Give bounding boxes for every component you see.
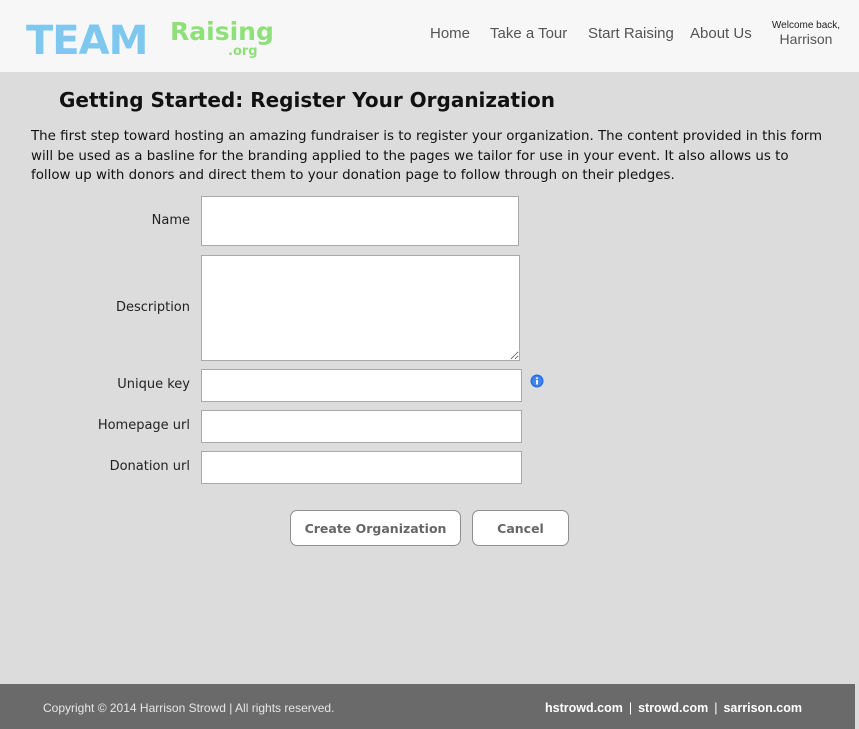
name-label: Name xyxy=(151,213,190,228)
info-icon[interactable] xyxy=(530,373,544,388)
donation-url-input[interactable] xyxy=(201,451,522,484)
logo-team-text: TEAM xyxy=(26,18,147,62)
copyright-text: Copyright © 2014 Harrison Strowd | All r… xyxy=(43,701,335,715)
logo-raising-text: Raising xyxy=(170,17,274,46)
site-footer: Copyright © 2014 Harrison Strowd | All r… xyxy=(0,684,855,729)
nav-home[interactable]: Home xyxy=(430,25,470,42)
description-label: Description xyxy=(115,300,190,315)
homepage-url-label: Homepage url xyxy=(97,418,190,433)
name-input[interactable] xyxy=(201,196,519,246)
donation-url-label: Donation url xyxy=(109,459,190,474)
nav-start-raising[interactable]: Start Raising xyxy=(588,25,674,42)
intro-text: The first step toward hosting an amazing… xyxy=(31,129,823,183)
nav-take-a-tour[interactable]: Take a Tour xyxy=(490,25,567,42)
unique-key-label: Unique key xyxy=(117,377,190,392)
welcome-greeting: Welcome back, xyxy=(771,20,841,31)
site-header: TEAM Raising .org Home Take a Tour Start… xyxy=(0,0,859,72)
teamraising-logo[interactable]: TEAM Raising .org xyxy=(24,10,284,62)
page-title: Getting Started: Register Your Organizat… xyxy=(59,88,555,112)
create-organization-button[interactable]: Create Organization xyxy=(290,510,461,546)
cancel-button[interactable]: Cancel xyxy=(472,510,569,546)
welcome-username[interactable]: Harrison xyxy=(767,31,845,47)
footer-separator: | xyxy=(628,701,633,715)
homepage-url-input[interactable] xyxy=(201,410,522,443)
description-textarea[interactable] xyxy=(201,255,520,361)
footer-link-sarrison[interactable]: sarrison.com xyxy=(723,701,802,715)
footer-link-strowd[interactable]: strowd.com xyxy=(638,701,708,715)
footer-separator: | xyxy=(714,701,718,715)
footer-links: hstrowd.com | strowd.com | sarrison.com xyxy=(545,701,802,715)
welcome-user[interactable]: Welcome back, Harrison xyxy=(767,20,845,47)
unique-key-input[interactable] xyxy=(201,369,522,402)
logo-org-text: .org xyxy=(228,44,258,59)
footer-link-hstrowd[interactable]: hstrowd.com xyxy=(545,701,623,715)
nav-about-us[interactable]: About Us xyxy=(690,25,752,42)
